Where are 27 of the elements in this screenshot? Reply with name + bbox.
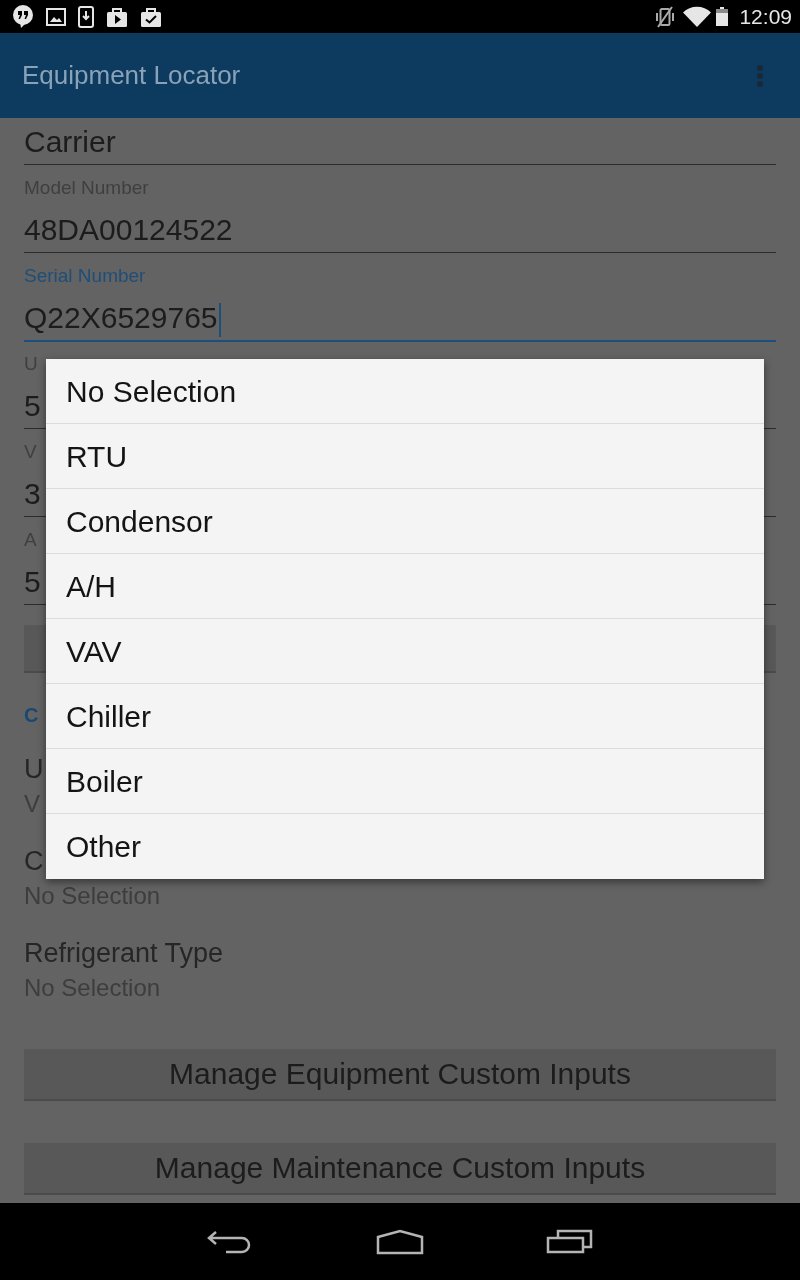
dropdown-option[interactable]: A/H	[46, 554, 764, 619]
text-cursor-icon	[218, 303, 221, 338]
dropdown-option[interactable]: RTU	[46, 424, 764, 489]
download-icon	[78, 5, 94, 28]
field-label: U	[24, 753, 44, 786]
chat-bubble-icon	[12, 5, 34, 28]
dropdown-option[interactable]: Chiller	[46, 684, 764, 749]
dropdown-option[interactable]: Condensor	[46, 489, 764, 554]
dropdown-option[interactable]: VAV	[46, 619, 764, 684]
back-icon[interactable]	[207, 1229, 253, 1254]
field-label: C	[24, 845, 44, 878]
dropdown-option[interactable]: Boiler	[46, 749, 764, 814]
dropdown-option[interactable]: Other	[46, 814, 764, 879]
home-icon[interactable]	[376, 1228, 424, 1255]
bag-check-icon	[140, 6, 162, 27]
section-title: C	[24, 703, 39, 728]
recents-icon[interactable]	[546, 1229, 594, 1254]
image-icon	[46, 7, 66, 26]
vibrate-off-icon	[655, 5, 676, 28]
field-label: Serial Number	[24, 264, 146, 288]
app-title: Equipment Locator	[22, 59, 241, 92]
field-label: Refrigerant Type	[24, 937, 224, 970]
wifi-icon	[682, 5, 713, 28]
dropdown-option[interactable]: No Selection	[46, 359, 764, 424]
bag-play-icon	[106, 6, 128, 27]
battery-icon	[716, 7, 729, 26]
status-time: 12:09	[739, 6, 792, 27]
